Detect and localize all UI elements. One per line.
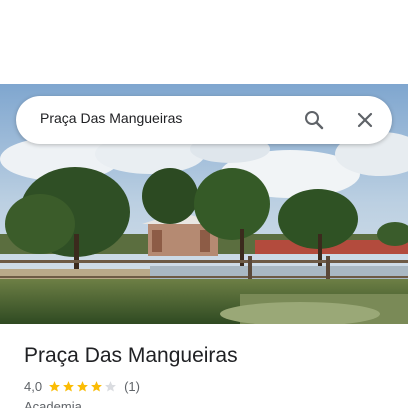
top-spacer: [0, 0, 408, 84]
star-filled-icon: [49, 380, 60, 392]
close-icon[interactable]: [353, 108, 377, 132]
star-filled-icon: [77, 380, 88, 392]
star-filled-icon: [63, 380, 74, 392]
star-filled-icon: [91, 380, 102, 392]
search-bar[interactable]: Praça Das Mangueiras: [16, 96, 392, 144]
place-category: Academia: [24, 399, 82, 408]
rating-value: 4,0: [24, 378, 43, 394]
place-panel: Praça Das Mangueiras Praça Das Mangueira…: [0, 0, 408, 408]
rating-stars: [48, 380, 118, 393]
star-empty-icon: [105, 380, 116, 392]
search-icon[interactable]: [302, 108, 326, 132]
place-info: Praça Das Mangueiras 4,0 (1) Academia: [0, 324, 408, 408]
rating-row[interactable]: 4,0 (1): [24, 377, 140, 395]
review-count[interactable]: (1): [124, 379, 140, 394]
place-title: Praça Das Mangueiras: [24, 344, 238, 367]
search-input[interactable]: Praça Das Mangueiras: [40, 110, 182, 126]
